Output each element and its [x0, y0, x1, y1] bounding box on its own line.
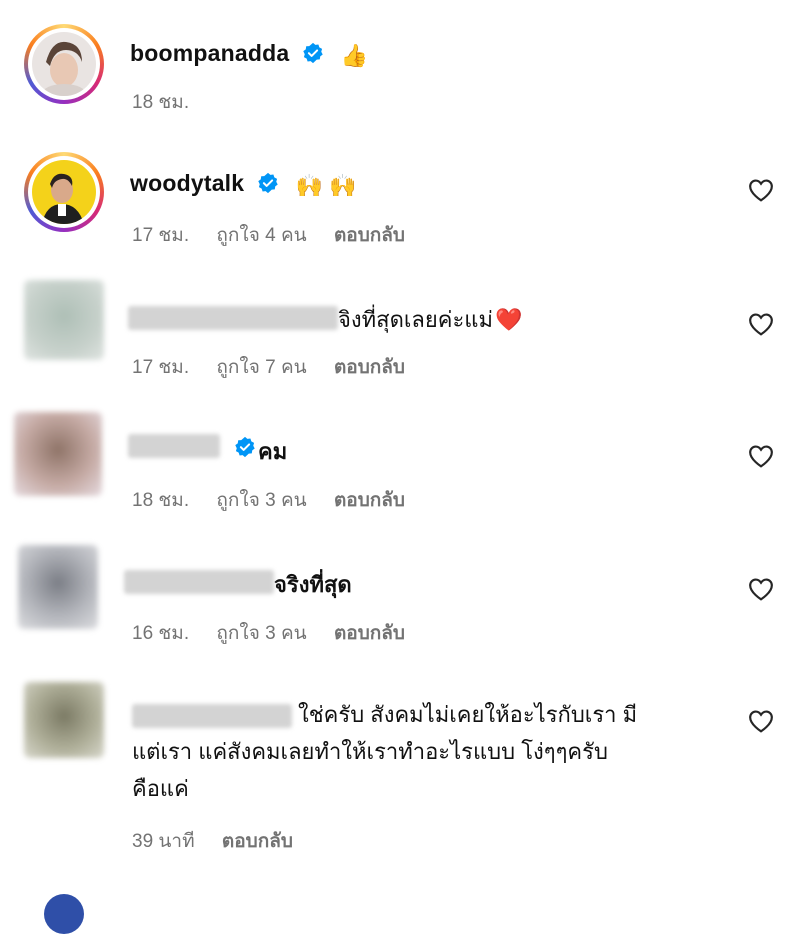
timestamp: 17 ชม.	[132, 357, 190, 378]
comment-meta: 16 ชม. ถูกใจ 3 คน ตอบกลับ	[132, 618, 427, 648]
reply-button[interactable]: ตอบกลับ	[334, 623, 405, 644]
username-text[interactable]: boompanadda	[130, 40, 289, 66]
timestamp: 16 ชม.	[132, 623, 190, 644]
like-count[interactable]: ถูกใจ 4 คน	[216, 225, 306, 246]
comment-text: จิงที่สุดเลยค่ะแม่❤️	[338, 307, 523, 332]
comment-meta: 17 ชม. ถูกใจ 4 คน ตอบกลับ	[132, 220, 427, 250]
blurred-username[interactable]	[128, 306, 338, 330]
verified-badge-icon	[258, 172, 278, 194]
timestamp: 18 ชม.	[132, 490, 190, 511]
avatar[interactable]	[14, 412, 102, 496]
like-count[interactable]: ถูกใจ 3 คน	[216, 490, 306, 511]
verified-badge-icon	[235, 436, 255, 458]
comment-text: คม	[258, 439, 288, 464]
timestamp: 17 ชม.	[132, 225, 190, 246]
timestamp: 18 ชม.	[132, 92, 190, 113]
avatar[interactable]	[24, 280, 104, 360]
comment-text-line: แต่เรา แค่สังคมเลยทำให้เราทำอะไรแบบ โง่ๆ…	[132, 739, 608, 764]
reply-button[interactable]: ตอบกลับ	[334, 225, 405, 246]
like-count[interactable]: ถูกใจ 3 คน	[216, 623, 306, 644]
comment-meta: 17 ชม. ถูกใจ 7 คน ตอบกลับ	[132, 352, 427, 382]
avatar[interactable]	[18, 545, 98, 629]
avatar[interactable]	[44, 894, 84, 934]
comment-text: จริงที่สุด	[274, 572, 352, 597]
verified-badge-icon	[303, 42, 323, 64]
username[interactable]: woodytalk 🙌 🙌	[130, 170, 357, 199]
reply-button[interactable]: ตอบกลับ	[334, 490, 405, 511]
blurred-username[interactable]	[124, 570, 274, 594]
comment-meta: 18 ชม. ถูกใจ 3 คน ตอบกลับ	[132, 485, 427, 515]
comment-text: ใช่ครับ สังคมไม่เคยให้อะไรกับเรา มี แต่เ…	[132, 696, 712, 807]
reply-button[interactable]: ตอบกลับ	[222, 831, 293, 852]
avatar[interactable]	[24, 682, 104, 758]
comment-meta: 18 ชม.	[132, 87, 211, 117]
like-count[interactable]: ถูกใจ 7 คน	[216, 357, 306, 378]
timestamp: 39 นาที	[132, 831, 195, 852]
heart-icon[interactable]	[748, 178, 774, 202]
red-heart-emoji: ❤️	[494, 307, 523, 332]
blurred-username[interactable]	[128, 434, 220, 458]
username[interactable]: boompanadda 👍	[130, 40, 368, 69]
raised-hands-emoji: 🙌 🙌	[295, 173, 357, 198]
comment-text-line: ใช่ครับ สังคมไม่เคยให้อะไรกับเรา มี	[298, 702, 638, 727]
comment-text-line: คือแค่	[132, 776, 189, 801]
heart-icon[interactable]	[748, 444, 774, 468]
reply-button[interactable]: ตอบกลับ	[334, 357, 405, 378]
heart-icon[interactable]	[748, 577, 774, 601]
comment-meta: 39 นาที ตอบกลับ	[132, 826, 315, 856]
thumbs-up-emoji: 👍	[340, 43, 369, 68]
username-text[interactable]: woodytalk	[130, 170, 244, 196]
avatar[interactable]	[24, 24, 104, 104]
avatar[interactable]	[24, 152, 104, 232]
heart-icon[interactable]	[748, 312, 774, 336]
heart-icon[interactable]	[748, 709, 774, 733]
